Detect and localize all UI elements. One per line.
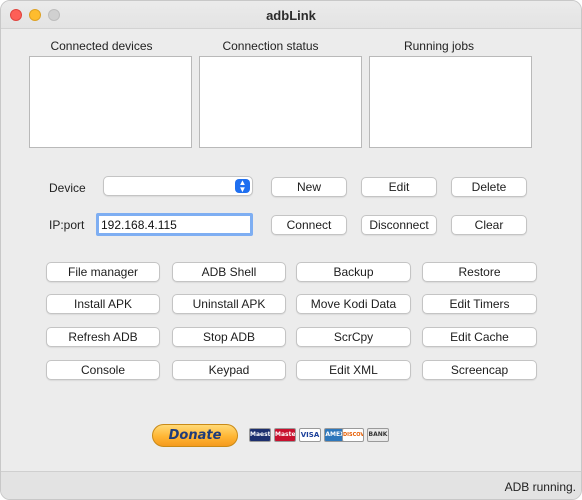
screencap-button[interactable]: Screencap	[422, 360, 537, 380]
adb-shell-button[interactable]: ADB Shell	[172, 262, 286, 282]
edit-device-button[interactable]: Edit	[361, 177, 437, 197]
edit-timers-button[interactable]: Edit Timers	[422, 294, 537, 314]
keypad-button[interactable]: Keypad	[172, 360, 286, 380]
status-text: ADB running.	[504, 480, 576, 494]
running-jobs-label: Running jobs	[403, 39, 475, 53]
bank-card-icon: BANK	[367, 428, 389, 442]
status-bar: ADB running.	[1, 471, 581, 499]
ip-port-input[interactable]	[96, 213, 253, 236]
connection-status-list[interactable]	[199, 56, 362, 148]
install-apk-button[interactable]: Install APK	[46, 294, 160, 314]
title-bar: adbLink	[1, 1, 581, 29]
move-kodi-data-button[interactable]: Move Kodi Data	[296, 294, 411, 314]
device-label: Device	[49, 181, 86, 195]
clear-button[interactable]: Clear	[451, 215, 527, 235]
window-title: adbLink	[266, 8, 316, 23]
select-chevrons-icon: ▲ ▼	[235, 179, 250, 194]
ip-port-label: IP:port	[49, 218, 85, 232]
visa-card-icon: VISA	[299, 428, 321, 442]
app-window: adbLink Connected devices Connection sta…	[0, 0, 582, 500]
edit-xml-button[interactable]: Edit XML	[296, 360, 411, 380]
device-select[interactable]: ▲ ▼	[103, 176, 253, 196]
console-button[interactable]: Console	[46, 360, 160, 380]
delete-device-button[interactable]: Delete	[451, 177, 527, 197]
edit-cache-button[interactable]: Edit Cache	[422, 327, 537, 347]
mastercard-card-icon: MasterCard	[274, 428, 296, 442]
running-jobs-list[interactable]	[369, 56, 532, 148]
disconnect-button[interactable]: Disconnect	[361, 215, 437, 235]
refresh-adb-button[interactable]: Refresh ADB	[46, 327, 160, 347]
new-device-button[interactable]: New	[271, 177, 347, 197]
connect-button[interactable]: Connect	[271, 215, 347, 235]
discover-card-icon: DISCOVER	[342, 428, 364, 442]
connected-devices-label: Connected devices	[50, 39, 153, 53]
stop-adb-button[interactable]: Stop ADB	[172, 327, 286, 347]
maestro-card-icon: Maestro	[249, 428, 271, 442]
backup-button[interactable]: Backup	[296, 262, 411, 282]
file-manager-button[interactable]: File manager	[46, 262, 160, 282]
connected-devices-list[interactable]	[29, 56, 192, 148]
scrcpy-button[interactable]: ScrCpy	[296, 327, 411, 347]
connection-status-label: Connection status	[222, 39, 319, 53]
donate-button[interactable]: Donate	[152, 424, 238, 447]
uninstall-apk-button[interactable]: Uninstall APK	[172, 294, 286, 314]
restore-button[interactable]: Restore	[422, 262, 537, 282]
